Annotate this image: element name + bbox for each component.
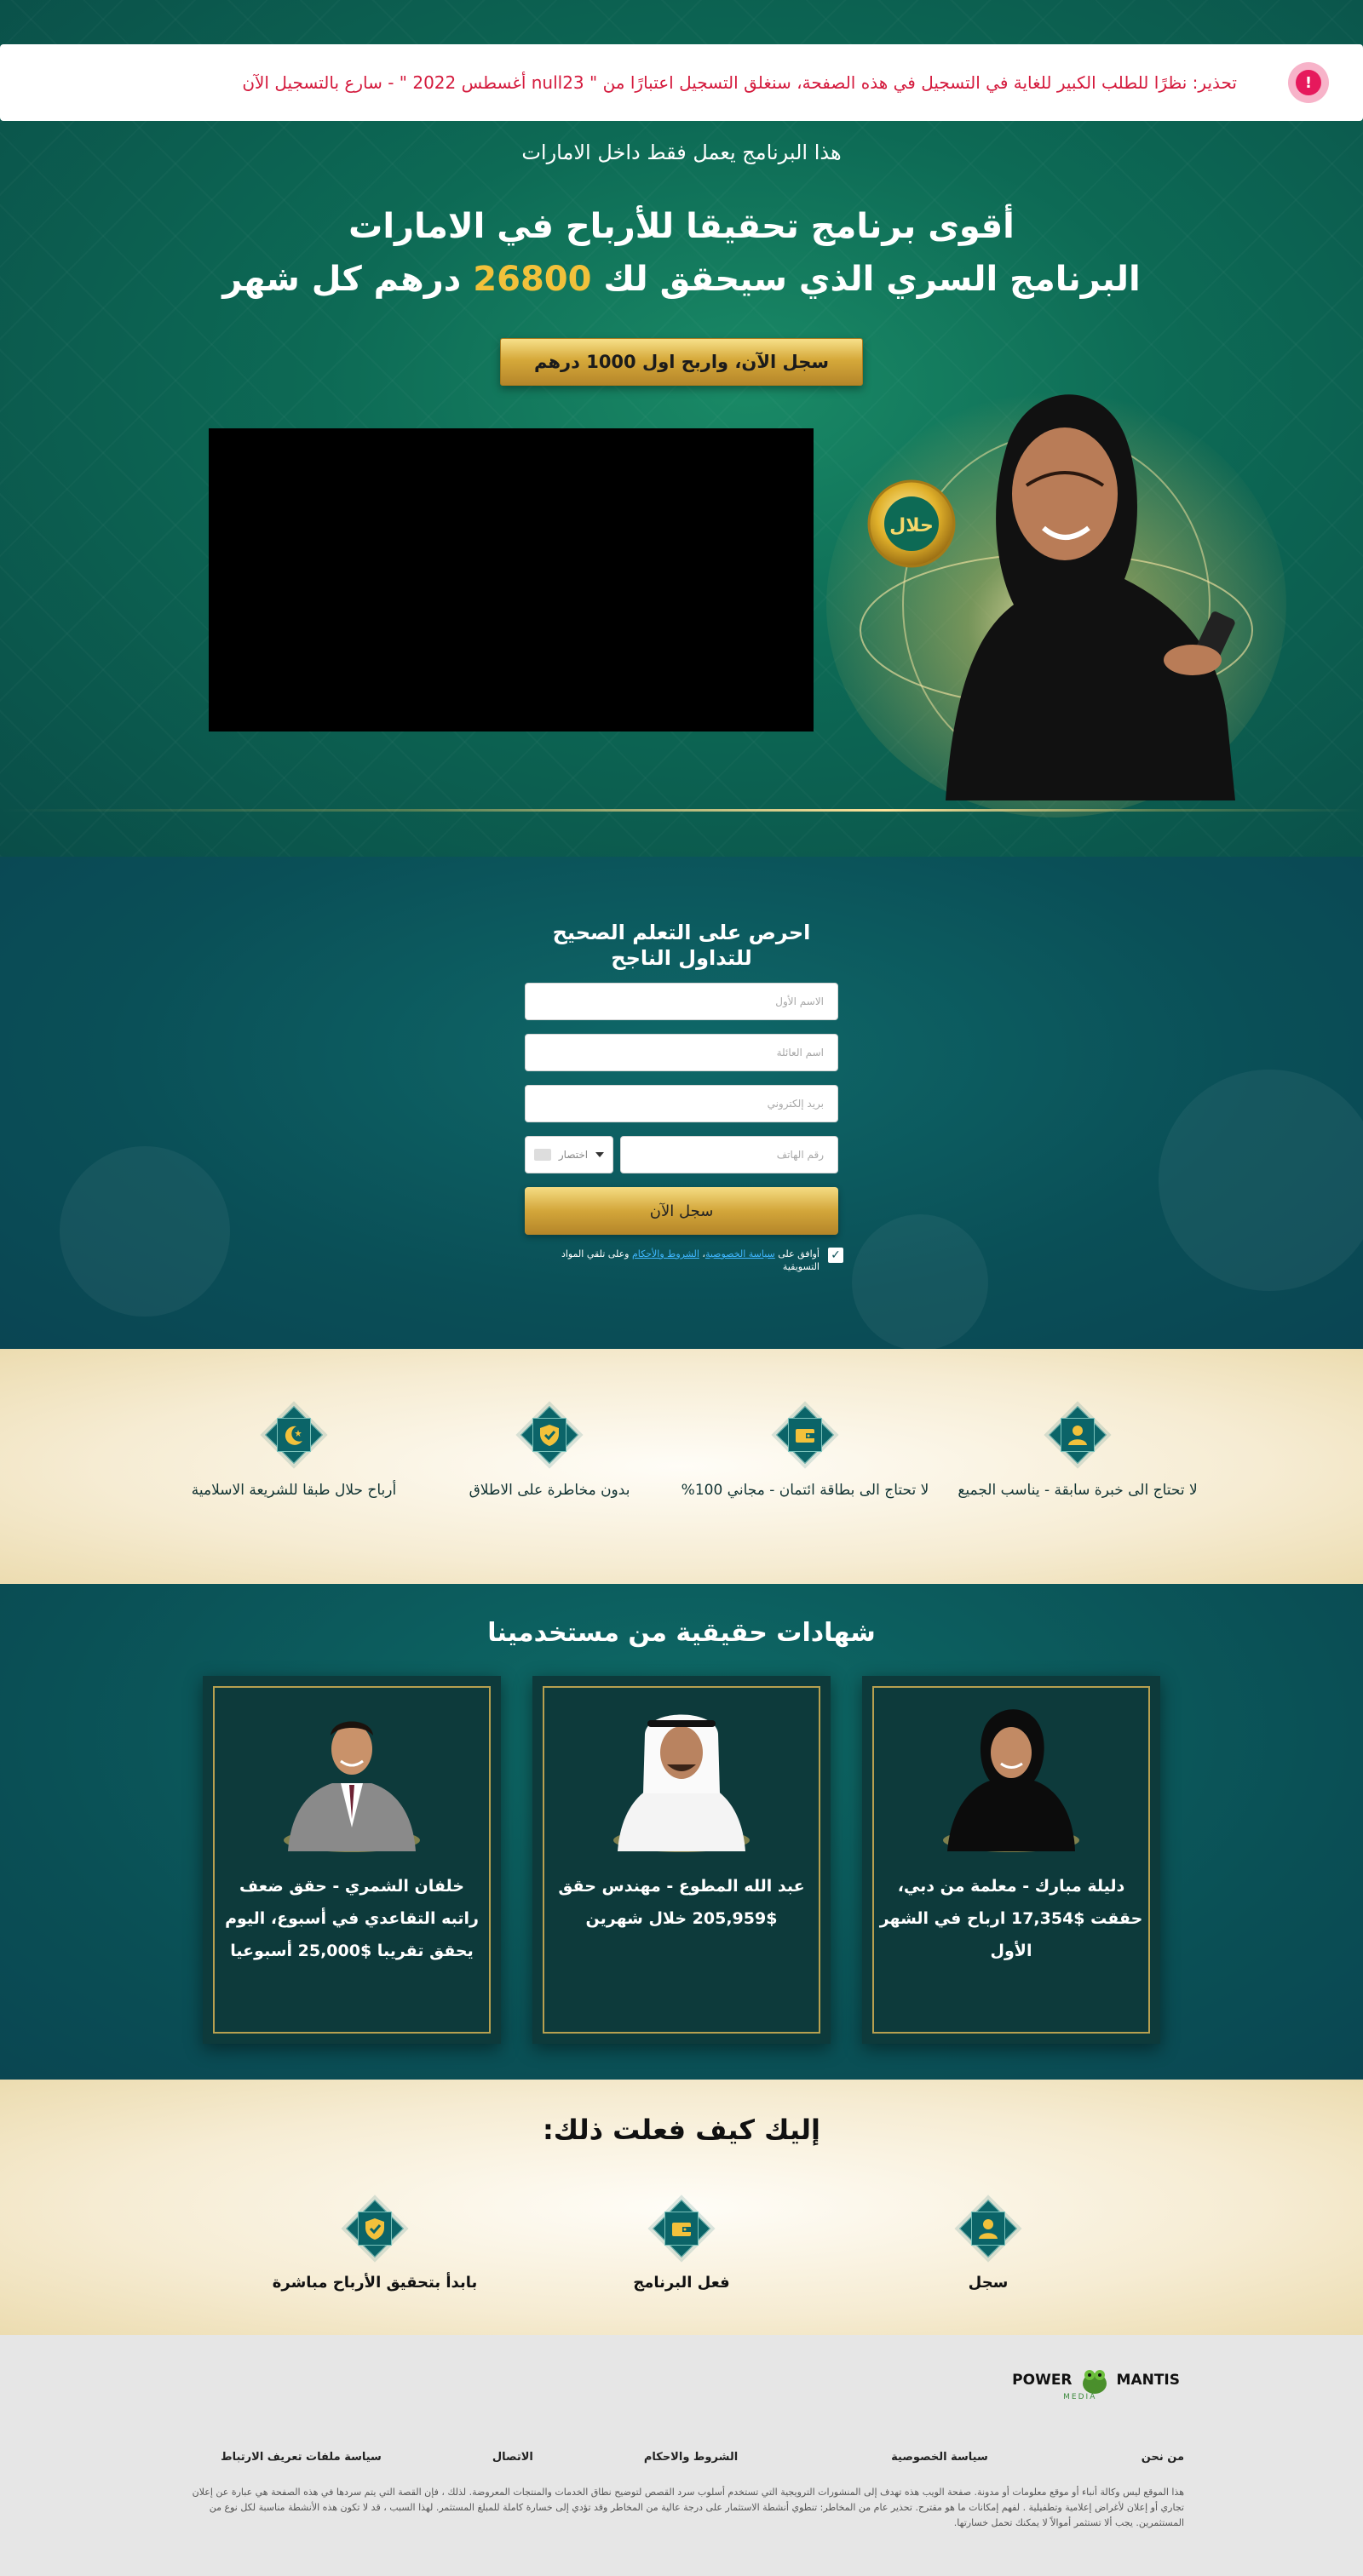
testimonial-card: عبد الله المطوع - مهندس حقق $205,959 خلا…	[532, 1676, 831, 2044]
testimonials-section: شهادات حقيقية من مستخدمينا دليلة مبارك -…	[0, 1584, 1363, 2080]
testimonial-text: خلفان الشمري - حقق ضعف راتبه التقاعدي في…	[225, 1877, 479, 1960]
flag-icon	[534, 1149, 552, 1161]
testimonials-title: شهادات حقيقية من مستخدمينا	[487, 1618, 876, 1648]
form-title: احرص على التعلم الصحيح للتداول الناجح	[552, 921, 811, 970]
shield-icon	[520, 1405, 579, 1465]
footer-link-contact[interactable]: الاتصال	[492, 2451, 533, 2464]
registration-section: احرص على التعلم الصحيح للتداول الناجح ال…	[0, 857, 1363, 1351]
crescent-icon	[264, 1405, 324, 1465]
last-name-input[interactable]: اسم العائلة	[525, 1034, 838, 1071]
hero-title-line2: البرنامج السري الذي سيحقق لك 26800 درهم …	[222, 260, 1141, 299]
chevron-down-icon	[595, 1152, 604, 1157]
features-section: لا تحتاج الى خبرة سابقة - يناسب الجميع ل…	[0, 1349, 1363, 1584]
bokeh-decoration	[1159, 1070, 1363, 1291]
how-step-label: سجل	[968, 2274, 1009, 2292]
user-icon	[1048, 1405, 1107, 1465]
consent-row: ✓ أوافق على سياسة الخصوصية، الشروط والأح…	[528, 1248, 843, 1273]
feature-text: بدون مخاطرة على الاطلاق	[469, 1482, 630, 1499]
footer-links: من نحن سياسة الخصوصية الشروط والاحكام ال…	[221, 2451, 1184, 2464]
submit-button[interactable]: سجل الآن	[525, 1187, 838, 1235]
footer-link-terms[interactable]: الشروط والاحكام	[644, 2451, 738, 2464]
hero-section: ! تحذير: نظرًا للطلب الكبير للغاية في ال…	[0, 0, 1363, 857]
hero-amount: 26800	[473, 260, 592, 299]
hero-woman-image: حلال	[826, 392, 1286, 818]
how-it-works-section: إليك كيف فعلت ذلك: سجل فعل البرنامج بابد…	[0, 2080, 1363, 2335]
warning-banner: ! تحذير: نظرًا للطلب الكبير للغاية في ال…	[0, 44, 1363, 121]
how-step: سجل	[860, 2199, 1116, 2292]
shield-icon	[345, 2199, 405, 2258]
feature-item: أرباح حلال طبقا للشريعة الاسلامية	[166, 1405, 422, 1500]
consent-checkbox[interactable]: ✓	[828, 1248, 843, 1263]
footer: POWER MANTIS MEDIA من نحن سياسة الخصوصية…	[0, 2335, 1363, 2576]
feature-item: بدون مخاطرة على الاطلاق	[422, 1405, 677, 1500]
alert-icon: !	[1288, 62, 1329, 103]
footer-disclaimer: هذا الموقع ليس وكالة أنباء أو موقع معلوم…	[192, 2487, 1184, 2528]
feature-item: لا تحتاج الى بطاقة ائتمان - مجاني 100%	[677, 1405, 933, 1500]
testimonial-text: دليلة مبارك - معلمة من دبي، حققت $17,354…	[879, 1877, 1143, 1960]
video-player[interactable]	[209, 428, 814, 731]
feature-text: لا تحتاج الى خبرة سابقة - يناسب الجميع	[958, 1482, 1198, 1499]
hero-subtitle: هذا البرنامج يعمل فقط داخل الامارات	[521, 141, 842, 164]
hero-glow-line	[0, 809, 1363, 812]
bokeh-decoration	[852, 1214, 988, 1351]
testimonial-text: عبد الله المطوع - مهندس حقق $205,959 خلا…	[558, 1877, 805, 1928]
wallet-icon	[652, 2199, 711, 2258]
country-code-label: اختصار	[558, 1149, 589, 1161]
hero-title-line1: أقوى برنامج تحقيقا للأرباح في الامارات	[348, 207, 1015, 246]
register-cta-button[interactable]: سجل الآن، واربح اول 1000 درهم	[500, 338, 863, 386]
user-icon	[958, 2199, 1018, 2258]
privacy-policy-link[interactable]: سياسة الخصوصية	[705, 1248, 775, 1259]
phone-input[interactable]: رقم الهاتف	[620, 1136, 838, 1173]
svg-text:حلال: حلال	[889, 515, 934, 536]
testimonial-portrait	[613, 1714, 750, 1852]
feature-text: أرباح حلال طبقا للشريعة الاسلامية	[191, 1482, 397, 1499]
feature-text: لا تحتاج الى بطاقة ائتمان - مجاني 100%	[681, 1482, 929, 1499]
testimonial-portrait	[943, 1709, 1079, 1852]
testimonial-portrait	[284, 1721, 420, 1852]
warning-text: تحذير: نظرًا للطلب الكبير للغاية في التس…	[242, 72, 1237, 93]
how-step-label: بابدأ بتحقيق الأرباح مباشرة	[272, 2274, 478, 2292]
landing-page: ! تحذير: نظرًا للطلب الكبير للغاية في ال…	[0, 0, 1363, 2576]
terms-link[interactable]: الشروط والأحكام	[632, 1248, 699, 1259]
email-input[interactable]: بريد إلكتروني	[525, 1085, 838, 1122]
bokeh-decoration	[60, 1146, 230, 1317]
consent-text: أوافق على سياسة الخصوصية، الشروط والأحكا…	[561, 1248, 820, 1272]
hero-title: أقوى برنامج تحقيقا للأرباح في الامارات ا…	[0, 200, 1363, 306]
how-step: بابدأ بتحقيق الأرباح مباشرة	[247, 2199, 503, 2292]
testimonial-card: دليلة مبارك - معلمة من دبي، حققت $17,354…	[862, 1676, 1160, 2044]
footer-link-privacy[interactable]: سياسة الخصوصية	[891, 2451, 988, 2464]
footer-link-about[interactable]: من نحن	[1142, 2451, 1184, 2464]
power-mantis-logo[interactable]: POWER MANTIS MEDIA	[1012, 2359, 1180, 2401]
how-step: فعل البرنامج	[554, 2199, 809, 2292]
first-name-input[interactable]: الاسم الأول	[525, 983, 838, 1020]
feature-item: لا تحتاج الى خبرة سابقة - يناسب الجميع	[950, 1405, 1205, 1500]
footer-link-cookies[interactable]: سياسة ملفات تعريف الارتباط	[221, 2451, 382, 2464]
testimonial-card: خلفان الشمري - حقق ضعف راتبه التقاعدي في…	[203, 1676, 501, 2044]
country-code-select[interactable]: اختصار	[525, 1136, 613, 1173]
how-title: إليك كيف فعلت ذلك:	[542, 2114, 821, 2146]
wallet-icon	[775, 1405, 835, 1465]
how-step-label: فعل البرنامج	[633, 2274, 730, 2292]
